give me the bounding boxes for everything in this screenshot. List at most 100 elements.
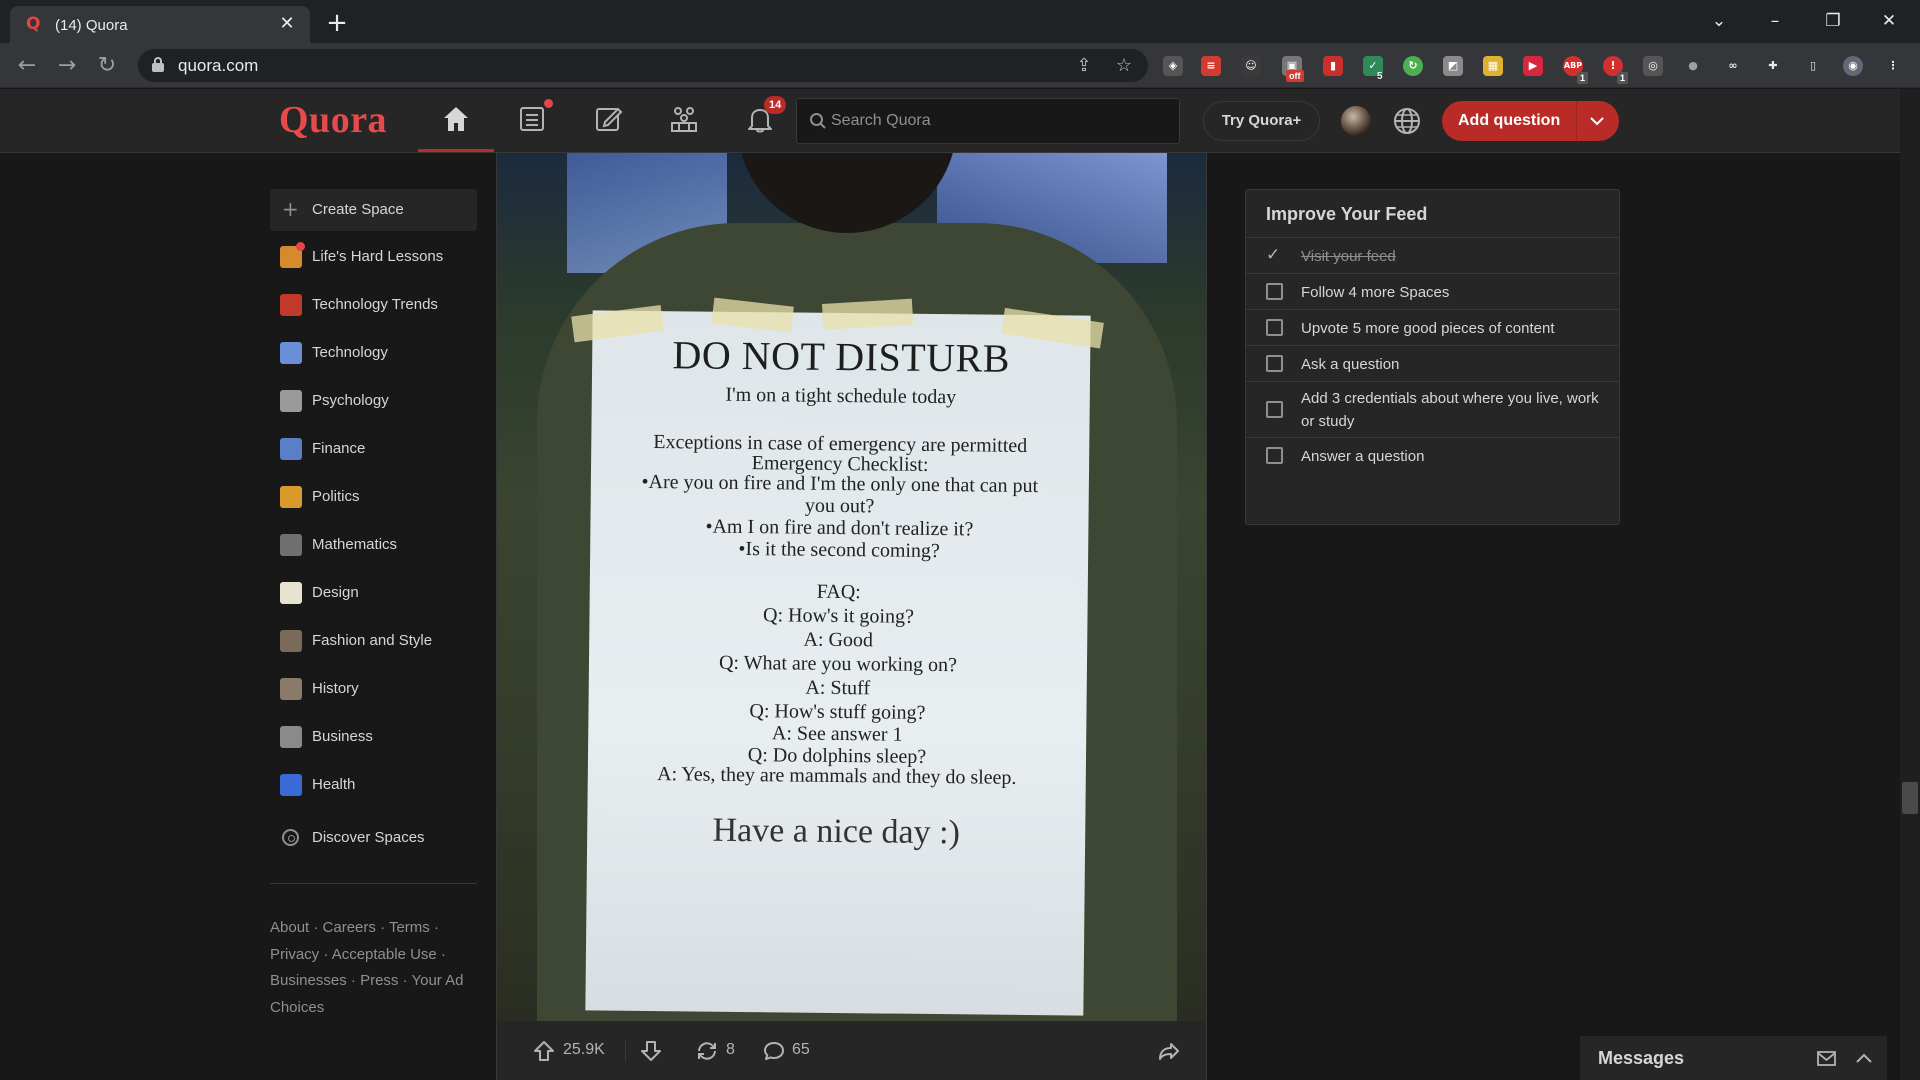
improve-feed-task[interactable]: Ask a question bbox=[1246, 346, 1619, 382]
address-bar[interactable]: quora.com ⇪ ☆ bbox=[138, 49, 1148, 82]
add-question-button[interactable]: Add question bbox=[1442, 101, 1619, 141]
new-tab-button[interactable]: + bbox=[322, 8, 352, 38]
extensions-puzzle-icon[interactable]: ✚ bbox=[1763, 56, 1783, 76]
share-repost-button[interactable]: 8 bbox=[694, 1033, 742, 1067]
footer-link[interactable]: Businesses bbox=[270, 972, 347, 989]
add-question-label: Add question bbox=[1458, 112, 1561, 129]
checkmark-icon[interactable]: ✓ bbox=[1266, 247, 1280, 264]
plus-icon: + bbox=[282, 197, 299, 221]
post-image[interactable]: DO NOT DISTURB I'm on a tight schedule to… bbox=[497, 153, 1206, 1021]
url-text: quora.com bbox=[178, 56, 259, 75]
messages-panel[interactable]: Messages bbox=[1580, 1036, 1887, 1080]
nav-answer[interactable] bbox=[570, 89, 646, 152]
checkbox[interactable] bbox=[1266, 283, 1283, 300]
sidebar-space-item[interactable]: Mathematics bbox=[270, 525, 477, 565]
sidebar-space-item[interactable]: Technology Trends bbox=[270, 285, 477, 325]
side-panel-icon[interactable]: ▯ bbox=[1803, 56, 1823, 76]
sidebar-space-item[interactable]: Business bbox=[270, 717, 477, 757]
extension-icon[interactable]: ∞ bbox=[1723, 56, 1743, 76]
tab-search-icon[interactable]: ⌄ bbox=[1696, 6, 1742, 36]
minimize-button[interactable]: – bbox=[1752, 6, 1798, 36]
task-label: Ask a question bbox=[1301, 356, 1400, 373]
user-avatar[interactable] bbox=[1341, 106, 1371, 136]
close-tab-icon[interactable]: ✕ bbox=[276, 13, 298, 35]
create-space-button[interactable]: + Create Space bbox=[270, 189, 477, 231]
nav-spaces[interactable] bbox=[646, 89, 722, 152]
share-icon[interactable]: ⇪ bbox=[1072, 54, 1096, 78]
reload-icon[interactable]: ↻ bbox=[93, 52, 121, 80]
scrollbar-thumb[interactable] bbox=[1902, 782, 1918, 814]
forward-icon[interactable]: → bbox=[53, 52, 81, 80]
search-box[interactable] bbox=[796, 98, 1180, 144]
bookmark-star-icon[interactable]: ☆ bbox=[1112, 54, 1136, 78]
extension-icon[interactable]: ☺ bbox=[1241, 56, 1261, 76]
footer-link[interactable]: Press bbox=[360, 972, 398, 989]
sidebar-space-item[interactable]: History bbox=[270, 669, 477, 709]
sidebar-space-item[interactable]: Psychology bbox=[270, 381, 477, 421]
extension-icon[interactable]: ◎ bbox=[1643, 56, 1663, 76]
extension-icon[interactable]: ▮ bbox=[1323, 56, 1343, 76]
task-label: Answer a question bbox=[1301, 448, 1425, 465]
improve-feed-task[interactable]: Answer a question bbox=[1246, 438, 1619, 474]
sidebar-space-item[interactable]: Finance bbox=[270, 429, 477, 469]
sidebar-space-item[interactable]: Technology bbox=[270, 333, 477, 373]
browser-tab[interactable]: Q (14) Quora ✕ bbox=[10, 6, 310, 43]
close-window-button[interactable]: ✕ bbox=[1866, 6, 1912, 36]
extension-icon[interactable]: ◈ bbox=[1163, 56, 1183, 76]
footer-link[interactable]: Careers bbox=[323, 919, 376, 936]
extension-icon[interactable]: ● bbox=[1683, 56, 1703, 76]
extension-icon[interactable]: ↻ bbox=[1403, 56, 1423, 76]
checkbox[interactable] bbox=[1266, 401, 1283, 418]
downvote-button[interactable] bbox=[639, 1033, 669, 1067]
quora-logo[interactable]: Quora bbox=[279, 97, 387, 143]
footer-link[interactable]: Privacy bbox=[270, 946, 319, 963]
upvote-button[interactable]: 25.9K bbox=[532, 1033, 614, 1067]
extension-badge: 1 bbox=[1577, 72, 1589, 84]
lock-icon bbox=[152, 57, 164, 72]
sidebar-space-item[interactable]: Health bbox=[270, 765, 477, 805]
comment-button[interactable]: 65 bbox=[762, 1033, 822, 1067]
footer-link[interactable]: Terms bbox=[389, 919, 430, 936]
sidebar-space-item[interactable]: Design bbox=[270, 573, 477, 613]
try-quora-plus-button[interactable]: Try Quora+ bbox=[1203, 101, 1320, 141]
discover-spaces-link[interactable]: Discover Spaces bbox=[270, 818, 477, 858]
improve-feed-task[interactable]: Add 3 credentials about where you live, … bbox=[1246, 382, 1619, 438]
nav-home[interactable] bbox=[418, 89, 494, 152]
footer-link[interactable]: About bbox=[270, 919, 309, 936]
back-icon[interactable]: ← bbox=[13, 52, 41, 80]
tab-title: (14) Quora bbox=[55, 17, 128, 34]
chevron-down-icon[interactable] bbox=[1588, 112, 1606, 130]
globe-language-icon[interactable] bbox=[1392, 106, 1422, 136]
profile-avatar-icon[interactable]: ◉ bbox=[1843, 56, 1863, 76]
menu-kebab-icon[interactable]: ⋮ bbox=[1883, 56, 1903, 76]
checkbox[interactable] bbox=[1266, 355, 1283, 372]
improve-feed-task[interactable]: ✓ Visit your feed bbox=[1246, 238, 1619, 274]
space-avatar-icon bbox=[280, 678, 302, 700]
sidebar-space-item[interactable]: Politics bbox=[270, 477, 477, 517]
space-label: Life's Hard Lessons bbox=[312, 248, 444, 265]
extension-icon[interactable]: ▶ bbox=[1523, 56, 1543, 76]
sidebar-divider bbox=[270, 883, 477, 884]
extension-badge: 5 bbox=[1377, 71, 1383, 82]
checkbox[interactable] bbox=[1266, 447, 1283, 464]
compose-message-icon[interactable] bbox=[1816, 1049, 1838, 1067]
task-label: Upvote 5 more good pieces of content bbox=[1301, 320, 1555, 337]
spaces-people-icon bbox=[671, 107, 697, 132]
checkbox[interactable] bbox=[1266, 319, 1283, 336]
nav-following[interactable] bbox=[494, 89, 570, 152]
footer-link[interactable]: Acceptable Use bbox=[332, 946, 437, 963]
search-icon bbox=[810, 113, 826, 129]
extension-icon[interactable]: ≡ bbox=[1201, 56, 1221, 76]
sidebar-space-item[interactable]: Fashion and Style bbox=[270, 621, 477, 661]
nav-notifications[interactable]: 14 bbox=[722, 89, 798, 152]
chevron-up-icon[interactable] bbox=[1854, 1049, 1874, 1067]
sidebar-space-item[interactable]: Life's Hard Lessons bbox=[270, 237, 477, 277]
page-scrollbar[interactable] bbox=[1900, 89, 1920, 1080]
extension-icon[interactable]: ◩ bbox=[1443, 56, 1463, 76]
improve-feed-task[interactable]: Follow 4 more Spaces bbox=[1246, 274, 1619, 310]
restore-button[interactable]: ❐ bbox=[1810, 6, 1856, 36]
share-button[interactable] bbox=[1157, 1033, 1183, 1067]
improve-feed-task[interactable]: Upvote 5 more good pieces of content bbox=[1246, 310, 1619, 346]
search-input[interactable] bbox=[831, 99, 1171, 143]
extension-icon[interactable]: ▦ bbox=[1483, 56, 1503, 76]
